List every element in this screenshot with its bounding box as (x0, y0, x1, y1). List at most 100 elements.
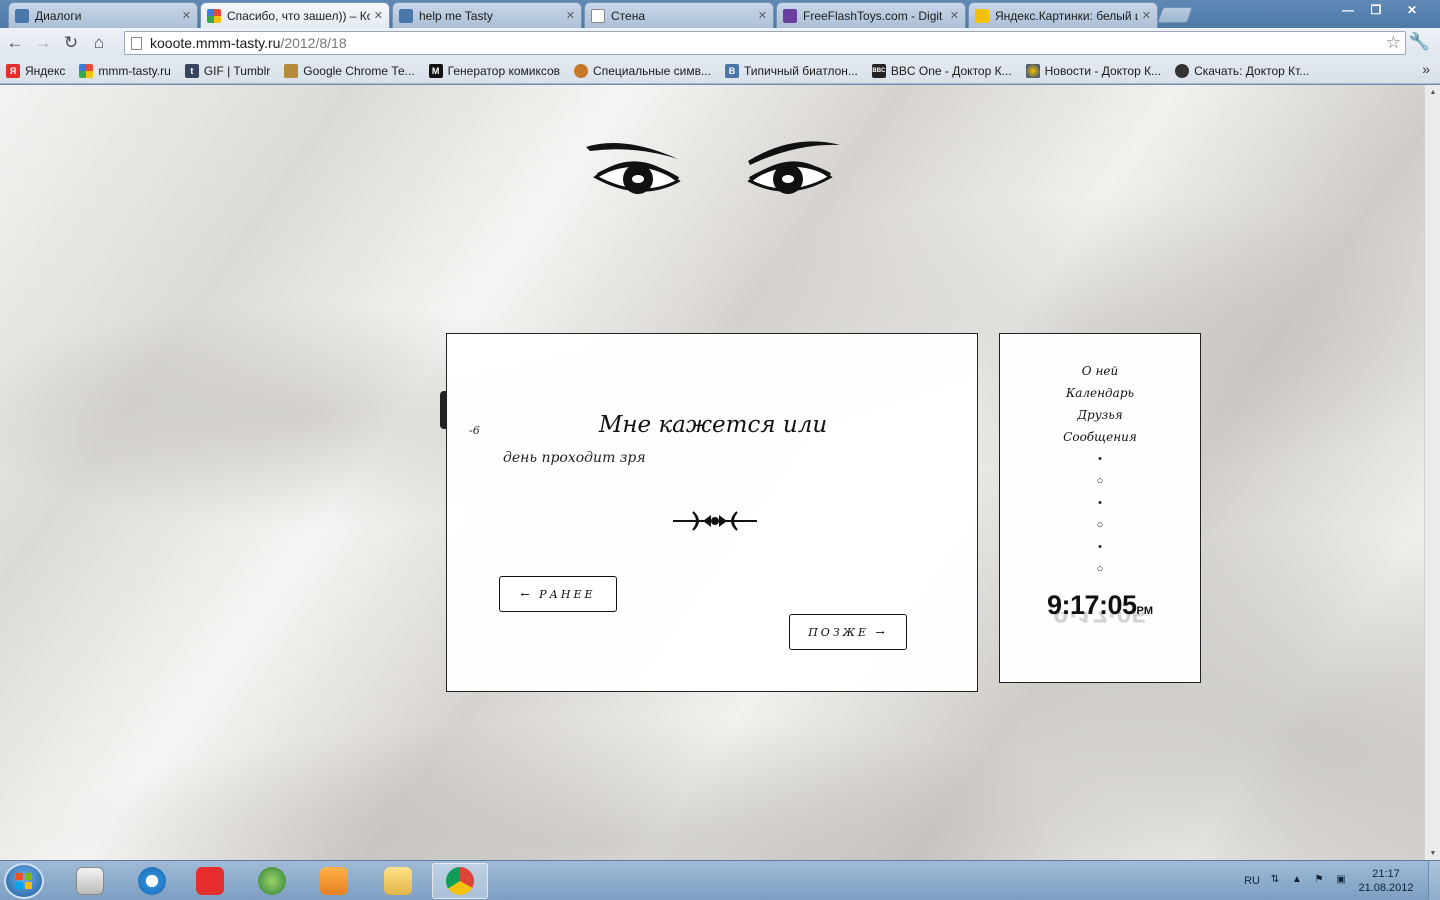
bookmark-item[interactable]: Я Яндекс (6, 63, 66, 78)
page-icon (131, 36, 142, 50)
tab-strip: Диалоги ✕ Спасибо, что зашел)) – Кооо ✕ … (0, 0, 1440, 28)
tab-title: Диалоги (35, 8, 82, 23)
bookmark-label: Генератор комиксов (447, 63, 561, 78)
bookmark-item[interactable]: B Типичный биатлон... (724, 63, 858, 78)
post-title-text: Мне кажется или (598, 412, 828, 438)
taskbar-app-yandex[interactable] (182, 863, 238, 899)
tab-title: help me Tasty (419, 8, 493, 23)
input-icon[interactable]: ⇅ (1268, 874, 1282, 888)
folder-icon (384, 867, 412, 895)
bookmark-item[interactable]: mmm-tasty.ru (79, 63, 171, 78)
yandex-images-icon (975, 8, 989, 23)
tab-dialogs[interactable]: Диалоги ✕ (8, 2, 198, 28)
browser-toolbar: ← → ↻ ⌂ kooote.mmm-tasty.ru/2012/8/18 ☆ … (0, 28, 1440, 58)
bookmark-label: BBC One - Доктор К... (890, 63, 1012, 78)
media-player-icon (76, 867, 104, 895)
vk-icon (15, 8, 29, 23)
taskbar-app-explorer[interactable] (370, 863, 426, 899)
restore-icon[interactable]: ❐ (1362, 0, 1390, 20)
close-icon[interactable]: ✕ (758, 9, 767, 22)
ornament-divider (673, 511, 757, 531)
clock-reflection: 9:17:05 (1053, 612, 1147, 628)
taskbar-app-player[interactable] (306, 863, 362, 899)
chrome-theme-icon (284, 63, 299, 78)
bookmark-item[interactable]: M Генератор комиксов (428, 63, 561, 78)
tab-title: Стена (611, 8, 646, 23)
bookmark-label: Новости - Доктор К... (1044, 63, 1162, 78)
menu-item-messages[interactable]: Сообщения (1000, 426, 1200, 448)
bookmark-item[interactable]: Скачать: Доктор Кт... (1175, 63, 1310, 78)
later-button[interactable]: ПОЗЖЕ → (789, 614, 907, 650)
scroll-up-icon[interactable]: ▲ (1425, 85, 1440, 99)
earlier-button[interactable]: ← РАНЕЕ (499, 576, 617, 612)
wrench-icon[interactable]: 🔧 (1409, 32, 1430, 52)
tumblr-icon: t (184, 63, 199, 78)
post-title: Мне кажется или (447, 412, 979, 438)
bookmark-item[interactable]: Новости - Доктор К... (1025, 63, 1162, 78)
close-icon[interactable]: ✕ (182, 9, 191, 22)
reload-icon[interactable]: ↻ (58, 30, 84, 56)
bookmark-item[interactable]: t GIF | Tumblr (184, 63, 270, 78)
flag-alert-icon[interactable]: ⚑ (1312, 874, 1326, 888)
tray-expand-icon[interactable]: ▲ (1290, 874, 1304, 888)
bookmark-item[interactable]: Специальные симв... (574, 63, 711, 78)
dot: ○ (1096, 519, 1104, 531)
page-icon (591, 8, 605, 23)
forward-arrow-icon[interactable]: → (30, 30, 56, 56)
bookmark-item[interactable]: Google Chrome Те... (284, 63, 415, 78)
tab-freeflashtoys[interactable]: FreeFlashToys.com - Digit ✕ (776, 2, 966, 28)
sidebar-menu: О ней Календарь Друзья Сообщения (1000, 360, 1200, 448)
window-close-icon[interactable]: ✕ (1390, 0, 1434, 20)
show-desktop-button[interactable] (1428, 861, 1440, 900)
bookmark-label: Специальные симв... (593, 63, 711, 78)
chevron-more-icon[interactable]: » (1422, 61, 1430, 77)
close-icon[interactable]: ✕ (374, 9, 383, 22)
yandex-icon: Я (6, 63, 20, 78)
taskbar-app-media[interactable] (62, 863, 118, 899)
menu-item-calendar[interactable]: Календарь (1000, 382, 1200, 404)
bookmark-label: mmm-tasty.ru (98, 63, 171, 78)
scroll-down-icon[interactable]: ▼ (1425, 846, 1440, 860)
symbols-icon (574, 63, 589, 78)
close-icon[interactable]: ✕ (1142, 9, 1151, 22)
close-icon[interactable]: ✕ (950, 9, 959, 22)
taskbar-app-tool[interactable] (244, 863, 300, 899)
green-tool-icon (258, 867, 286, 895)
tab-title: FreeFlashToys.com - Digit (803, 8, 943, 23)
language-indicator[interactable]: RU (1244, 875, 1260, 887)
menu-item-about[interactable]: О ней (1000, 360, 1200, 382)
menu-item-friends[interactable]: Друзья (1000, 404, 1200, 426)
video-player-icon (320, 867, 348, 895)
flash-clock: 9:17:05PM 9:17:05 (1000, 590, 1200, 628)
tab-title: Спасибо, что зашел)) – Кооо (227, 8, 370, 23)
bookmark-label: Яндекс (25, 63, 66, 78)
bookmark-label: Скачать: Доктор Кт... (1194, 63, 1310, 78)
mmm-tasty-icon (79, 63, 94, 78)
tab-wall[interactable]: Стена ✕ (584, 2, 774, 28)
start-button[interactable] (4, 863, 44, 899)
tab-help-me-tasty[interactable]: help me Tasty ✕ (392, 2, 582, 28)
home-icon[interactable]: ⌂ (86, 30, 112, 56)
close-icon[interactable]: ✕ (566, 9, 575, 22)
download-icon (1175, 63, 1190, 78)
minimize-icon[interactable]: — (1334, 0, 1362, 20)
network-icon[interactable]: ▣ (1334, 874, 1348, 888)
dot: ○ (1096, 475, 1104, 487)
dot: • (1098, 497, 1102, 509)
taskbar-app-ie[interactable] (124, 863, 180, 899)
address-bar[interactable]: kooote.mmm-tasty.ru/2012/8/18 ☆ (124, 31, 1406, 55)
taskbar-app-chrome[interactable] (432, 863, 488, 899)
page-scrollbar[interactable]: ▲ ▼ (1424, 85, 1440, 860)
chrome-icon (446, 867, 474, 895)
new-tab-button[interactable] (1157, 7, 1193, 23)
bookmark-label: Типичный биатлон... (743, 63, 858, 78)
bookmark-star-icon[interactable]: ☆ (1386, 33, 1401, 53)
system-time: 21:17 (1372, 868, 1400, 880)
dot: ○ (1096, 563, 1104, 575)
tab-yandex-images[interactable]: Яндекс.Картинки: белый ш ✕ (968, 2, 1158, 28)
bookmark-item[interactable]: BBC BBC One - Доктор К... (871, 63, 1012, 78)
system-clock[interactable]: 21:17 21.08.2012 (1356, 867, 1416, 895)
windows-logo-icon (16, 873, 32, 889)
tab-mmm-tasty[interactable]: Спасибо, что зашел)) – Кооо ✕ (200, 2, 390, 28)
back-arrow-icon[interactable]: ← (2, 30, 28, 56)
